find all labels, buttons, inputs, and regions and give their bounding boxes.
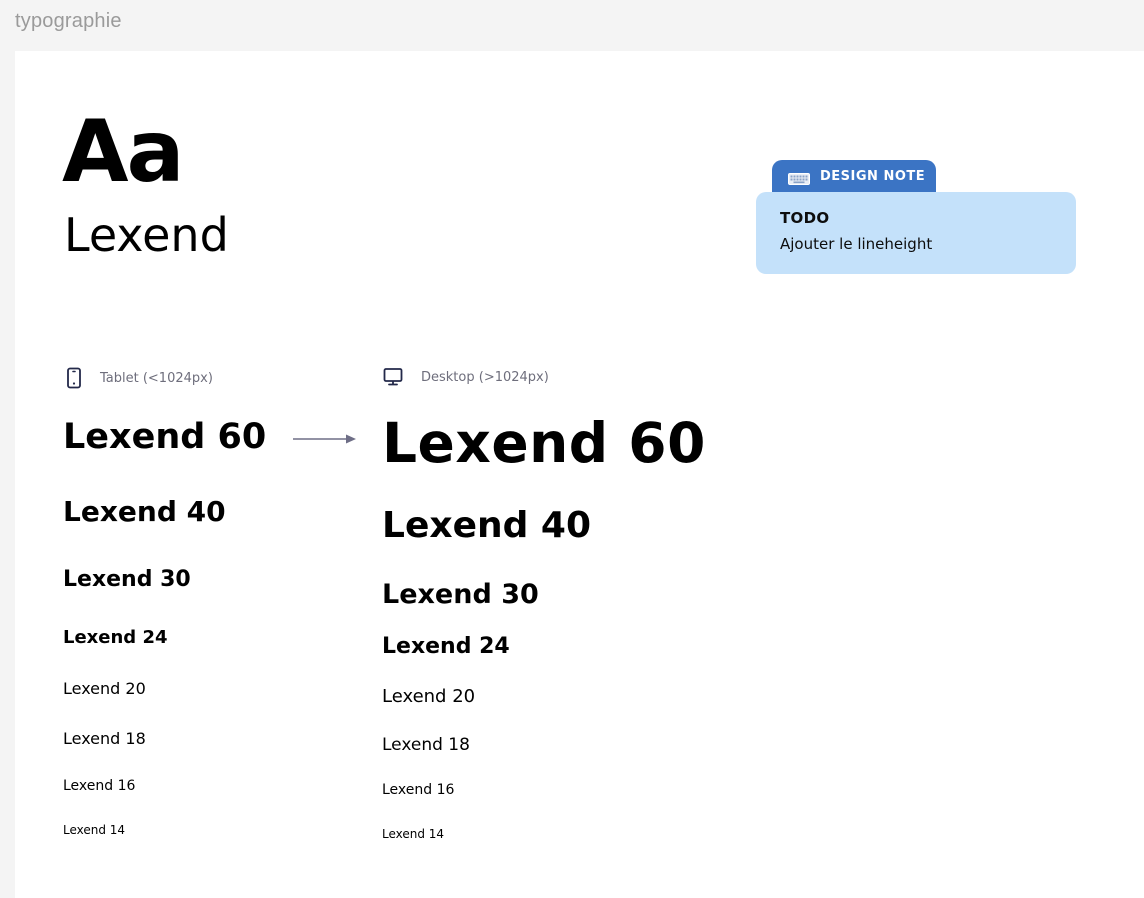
tablet-sample-lexend-40: Lexend 40 xyxy=(63,495,226,528)
arrow-right-icon xyxy=(293,434,356,444)
tablet-sample-lexend-18: Lexend 18 xyxy=(63,729,146,748)
tablet-breakpoint-label: Tablet (<1024px) xyxy=(100,370,213,386)
tablet-column-header: Tablet (<1024px) xyxy=(66,367,213,389)
tablet-sample-lexend-60: Lexend 60 xyxy=(63,417,267,457)
design-note-label: DESIGN NOTE xyxy=(820,168,926,184)
desktop-sample-lexend-20: Lexend 20 xyxy=(382,686,476,707)
tablet-sample-lexend-24: Lexend 24 xyxy=(63,627,168,648)
font-family-name: Lexend xyxy=(64,208,229,262)
design-note: TODO Ajouter le lineheight xyxy=(756,192,1076,274)
desktop-sample-lexend-18: Lexend 18 xyxy=(382,735,470,755)
monitor-icon xyxy=(383,368,403,386)
desktop-sample-lexend-30: Lexend 30 xyxy=(382,579,539,610)
tablet-sample-lexend-16: Lexend 16 xyxy=(63,778,136,794)
design-note-text: Ajouter le lineheight xyxy=(780,235,933,253)
design-note-heading: TODO xyxy=(780,209,830,227)
typography-frame: Aa Lexend DESIGN NOTE TODO Ajouter le li… xyxy=(15,51,1144,898)
tablet-sample-lexend-14: Lexend 14 xyxy=(63,823,126,837)
desktop-sample-lexend-60: Lexend 60 xyxy=(382,411,706,475)
tablet-sample-lexend-30: Lexend 30 xyxy=(63,567,191,592)
desktop-breakpoint-label: Desktop (>1024px) xyxy=(421,369,549,385)
keyboard-icon xyxy=(788,170,810,185)
desktop-column-header: Desktop (>1024px) xyxy=(383,367,549,387)
desktop-sample-lexend-14: Lexend 14 xyxy=(382,827,445,841)
design-note-tab: DESIGN NOTE xyxy=(772,160,936,192)
desktop-sample-lexend-40: Lexend 40 xyxy=(382,505,592,546)
desktop-sample-lexend-16: Lexend 16 xyxy=(382,782,455,798)
desktop-sample-lexend-24: Lexend 24 xyxy=(382,634,510,659)
font-specimen-glyphs: Aa xyxy=(62,102,185,202)
smartphone-icon xyxy=(67,367,81,389)
frame-title[interactable]: typographie xyxy=(15,10,122,33)
tablet-sample-lexend-20: Lexend 20 xyxy=(63,679,146,698)
